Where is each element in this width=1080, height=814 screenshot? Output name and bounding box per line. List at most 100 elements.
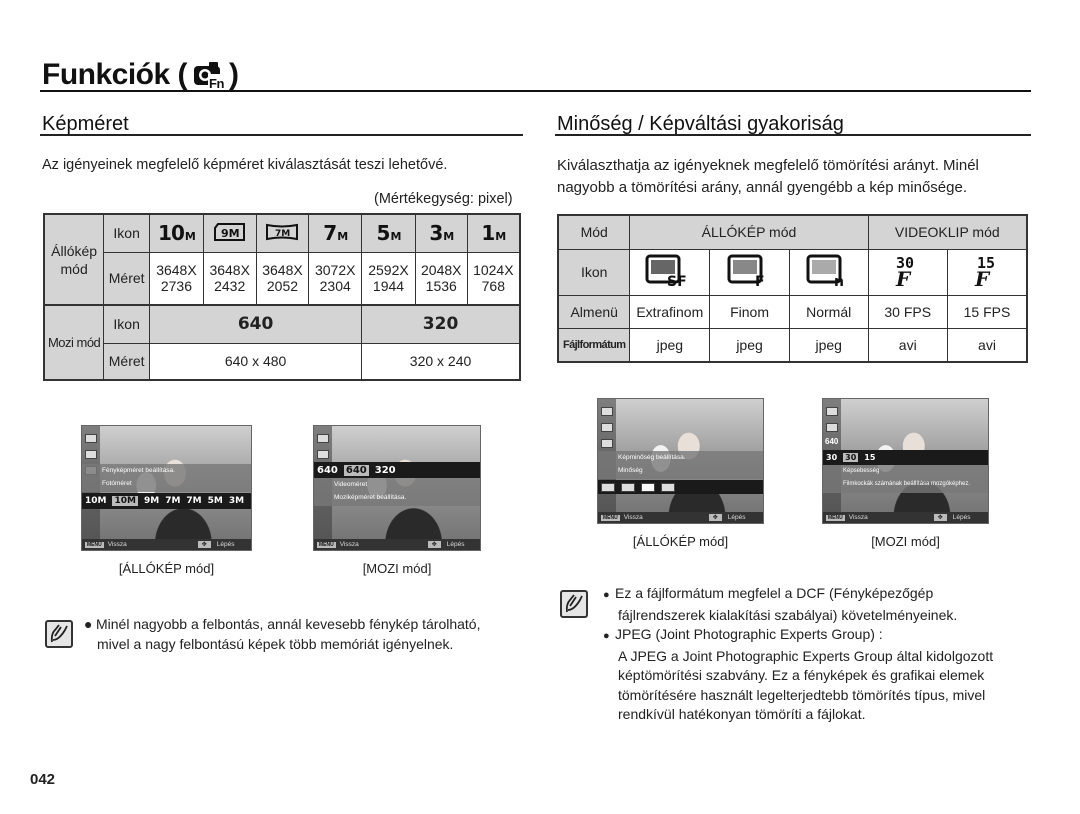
- size-cell: 3648X 2052: [255, 251, 310, 306]
- fps-15-icon: 15 F: [946, 248, 1028, 296]
- quality-intro-line: nagyobb a tömörítési arány, annál gyengé…: [557, 179, 967, 196]
- bullet-icon: ●: [603, 630, 610, 642]
- page-title-text: Funkciók (: [42, 58, 188, 91]
- iso-icon: [317, 450, 329, 459]
- svg-text:F: F: [755, 274, 765, 288]
- section-rule-right: [555, 134, 1031, 136]
- quality-option-icon: [661, 482, 675, 492]
- note-line: JPEG (Joint Photographic Experts Group) …: [615, 626, 883, 642]
- screen-info-line1: Videoméret: [334, 481, 368, 488]
- size-1m-icon: 1M: [466, 213, 521, 253]
- submenu-cell: Normál: [788, 294, 869, 329]
- note-line: fájlrendszerek kialakítási szabályai) kö…: [618, 606, 958, 623]
- camera-screen-still-size: Fényképméret beállítása. Fotóméret 10M 1…: [81, 425, 252, 551]
- svg-text:n: n: [834, 274, 844, 288]
- size-height: 2736: [160, 278, 193, 295]
- iso-icon: [601, 423, 613, 432]
- screen-info: Képsebesség Filmkockák számának beállítá…: [823, 465, 988, 493]
- band-item: 10M: [85, 496, 107, 506]
- size-9m-wide-icon: 9M: [202, 213, 257, 253]
- svg-text:7M: 7M: [275, 229, 290, 239]
- footer-back: Vissza: [848, 514, 868, 521]
- size-3m-icon: 3M: [414, 213, 468, 253]
- footer-back: Vissza: [623, 514, 643, 521]
- size-cell: 2048X 1536: [414, 251, 468, 306]
- quality-normal-icon: n: [788, 248, 869, 296]
- screen-option-band: 30 30 15: [823, 450, 988, 465]
- screen-info-line2: Minőség: [618, 467, 643, 474]
- screen-footer: MENU Vissza ✥ Lépés: [823, 512, 988, 523]
- note-line: rendkívül hatékonyan tömöríti a fájlokat…: [618, 706, 866, 722]
- image-size-intro: Az igényeinek megfelelő képméret kiválas…: [42, 157, 448, 173]
- note-line: Ez a fájlformátum megfelel a DCF (Fényké…: [615, 585, 934, 601]
- fps-30-icon: 30 F: [867, 248, 948, 296]
- quality-option-selected-icon: [641, 482, 655, 492]
- icon-label: Ikon: [103, 304, 151, 344]
- camera-fn-icon: Fn: [191, 60, 225, 91]
- exposure-icon: [601, 407, 613, 416]
- bullet-icon: ●: [603, 589, 610, 601]
- note-line: Minél nagyobb a felbontás, annál keveseb…: [96, 616, 481, 632]
- bullet-icon: ●: [84, 616, 93, 632]
- format-cell: jpeg: [629, 327, 711, 363]
- screen-footer: MENU Vissza ✥ Lépés: [598, 512, 763, 523]
- menu-key-icon: MENU: [601, 514, 620, 521]
- screen-caption: [ÁLLÓKÉP mód]: [118, 561, 215, 576]
- size-7m-icon: 7M: [308, 213, 363, 253]
- submenu-cell: 15 FPS: [946, 294, 1028, 329]
- size-height: 1944: [372, 278, 405, 295]
- footer-move: Lépés: [952, 514, 971, 521]
- size-width: 2048X: [421, 262, 462, 279]
- band-item: 9M: [143, 496, 160, 506]
- band-item: 15: [864, 453, 876, 462]
- exposure-icon: [826, 407, 838, 416]
- screen-info-line2: Fotóméret: [102, 480, 132, 487]
- page-title: Funkciók ( Fn ): [42, 58, 239, 92]
- note-icon: [560, 590, 588, 618]
- size-7m-panorama-icon: 7M: [255, 213, 310, 253]
- icon-label: Ikon: [103, 213, 151, 253]
- size-cell: 3648X 2432: [202, 251, 257, 306]
- camera-screen-still-quality: Képminőség beállítása. Minőség MENU Viss…: [597, 398, 764, 524]
- screen-info-line1: Fényképméret beállítása.: [102, 467, 175, 474]
- screen-info-line1: Képminőség beállítása.: [618, 454, 686, 461]
- quality-superfine-icon: SF: [629, 248, 711, 296]
- screen-info: Képminőség beállítása. Minőség: [598, 451, 763, 479]
- svg-text:F: F: [974, 267, 991, 289]
- title-rule: [40, 90, 1031, 92]
- movie-size-640: 640 x 480: [149, 342, 363, 381]
- movie-size-320: 320 x 240: [361, 342, 521, 381]
- quality-option-icon: [621, 482, 635, 492]
- quality-intro-line: Kiválaszthatja az igényeknek megfelelő t…: [557, 157, 979, 174]
- submenu-cell: Extrafinom: [629, 294, 711, 329]
- screen-info-line2: Moziképméret beállítása.: [334, 494, 407, 501]
- size-width: 3648X: [262, 262, 303, 279]
- iso-icon: [826, 423, 838, 432]
- screen-info-line2: Filmkockák számának beállítása mozgóképh…: [843, 481, 971, 487]
- band-item: 7M: [186, 496, 202, 506]
- note-left: ● Minél nagyobb a felbontás, annál kevese…: [84, 614, 524, 654]
- menu-key-icon: MENU: [317, 541, 336, 548]
- screen-footer: MENU Vissza ✥ Lépés: [314, 539, 480, 550]
- screen-option-band: 10M 10M 9M 7M 7M 5M 3M 1M: [82, 493, 251, 509]
- size-5m-icon: 5M: [361, 213, 416, 253]
- note-line: képtömörítési szabvány. Ez a fényképek é…: [618, 667, 985, 683]
- screen-info: Videoméret Moziképméret beállítása.: [314, 478, 480, 506]
- band-item: 30: [826, 453, 838, 462]
- size-10m-icon: 10M: [149, 213, 204, 253]
- size-label: Méret: [103, 342, 151, 381]
- svg-text:9M: 9M: [221, 227, 240, 240]
- screen-footer: MENU Vissza ✥ Lépés: [82, 539, 251, 550]
- footer-move: Lépés: [216, 541, 235, 548]
- size-cell: 3648X 2736: [149, 251, 204, 306]
- exposure-icon: [85, 434, 97, 443]
- band-item: 1M: [250, 496, 251, 506]
- dpad-icon: ✥: [933, 514, 947, 521]
- submenu-cell: Finom: [709, 294, 790, 329]
- camera-screen-movie-size: 640 640 320 Videoméret Moziképméret beál…: [313, 425, 481, 551]
- resolution-icon: [601, 439, 613, 448]
- size-height: 2052: [266, 278, 299, 295]
- screen-info-line1: Képsebesség: [843, 468, 880, 474]
- section-title-image-size: Képméret: [42, 113, 129, 135]
- size-cell: 1024X 768: [466, 251, 521, 306]
